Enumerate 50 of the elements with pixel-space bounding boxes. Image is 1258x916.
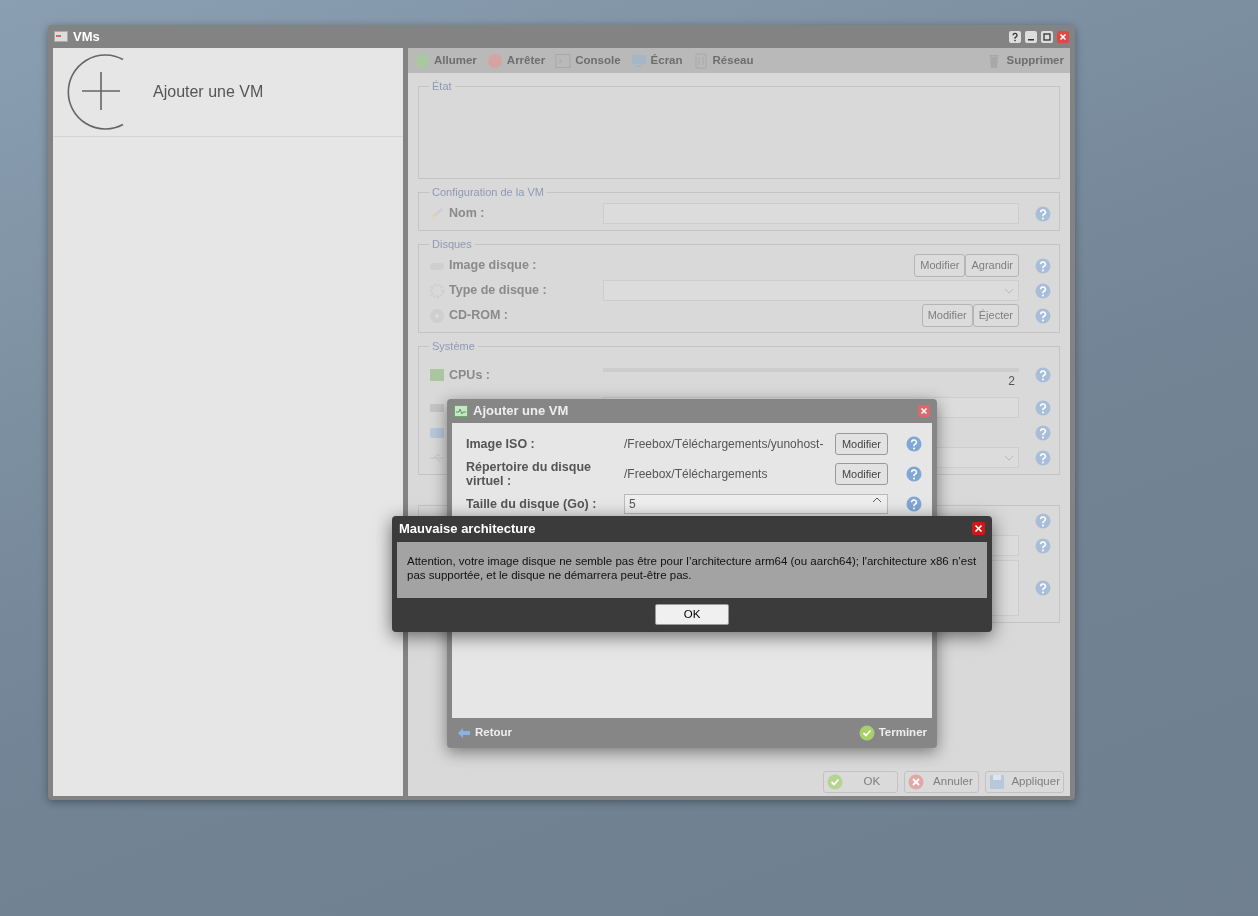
modify-button[interactable]: Modifier [834, 462, 888, 486]
power-icon [414, 52, 430, 69]
finish-button[interactable]: Terminer [858, 724, 927, 742]
window-icon [54, 31, 68, 42]
check-icon [827, 774, 844, 790]
check-icon [858, 725, 875, 741]
modify-button[interactable]: Modifier [834, 432, 888, 456]
field-label: Image ISO : [466, 437, 536, 451]
number-field[interactable]: 5 [624, 494, 888, 514]
back-button[interactable]: Retour [457, 724, 513, 742]
section-legend: Système [429, 339, 478, 353]
dialog-title: Mauvaise architecture [399, 519, 536, 538]
field-label: CD-ROM : [449, 307, 509, 325]
disk-button[interactable]: Éjecter [972, 304, 1019, 327]
section-legend: Configuration de la VM [429, 185, 547, 199]
minimize-icon[interactable] [1025, 30, 1037, 43]
field-label: Nom : [449, 205, 486, 223]
path-text: /Freebox/Téléchargements/yunohost- [624, 436, 825, 453]
spin-up-icon[interactable] [871, 495, 883, 505]
section-legend: État [429, 79, 455, 93]
field-label: Image disque : [449, 257, 538, 275]
alert-message: Attention, votre image disque ne semble pas être pour l’architecture arm64 (ou aarch64); l'architecture x86 n’est pas supportée, et le disque ne démarrera peut-être pas. [407, 554, 977, 582]
close-icon[interactable] [972, 522, 985, 535]
section-legend: Disques [429, 237, 475, 251]
field-label: Type de disque : [449, 282, 548, 300]
stop-icon [486, 52, 503, 69]
field-label: Répertoire du disque virtuel : [466, 460, 593, 488]
chevron-icon [1004, 287, 1014, 294]
close-icon[interactable] [1057, 30, 1069, 43]
dropdown-field[interactable] [603, 280, 1019, 301]
window-title: VMs [73, 27, 100, 46]
chevron-icon [1004, 454, 1014, 461]
chip-icon [429, 367, 445, 383]
sidebar-item[interactable]: Ajouter une VM [53, 48, 403, 137]
field-label: Taille du disque (Go) : [466, 497, 598, 511]
path-text: /Freebox/Téléchargements [624, 466, 769, 483]
disk-button[interactable]: Modifier [921, 304, 973, 327]
disk-button[interactable]: Modifier [914, 254, 966, 277]
maximize-icon[interactable] [1041, 30, 1053, 43]
close-icon[interactable] [918, 405, 930, 417]
cancel-icon [908, 774, 925, 790]
dialog-title: Ajouter une VM [473, 402, 569, 421]
field-label: CPUs : [449, 366, 491, 384]
monitor-icon [454, 405, 468, 417]
arrow-left-icon [457, 727, 471, 739]
slider-value: 2 [1008, 373, 1015, 390]
help-icon[interactable] [1009, 30, 1021, 43]
save-icon [989, 774, 1006, 790]
disk-button[interactable]: Agrandir [965, 254, 1019, 277]
ok-button[interactable]: OK [655, 604, 729, 625]
